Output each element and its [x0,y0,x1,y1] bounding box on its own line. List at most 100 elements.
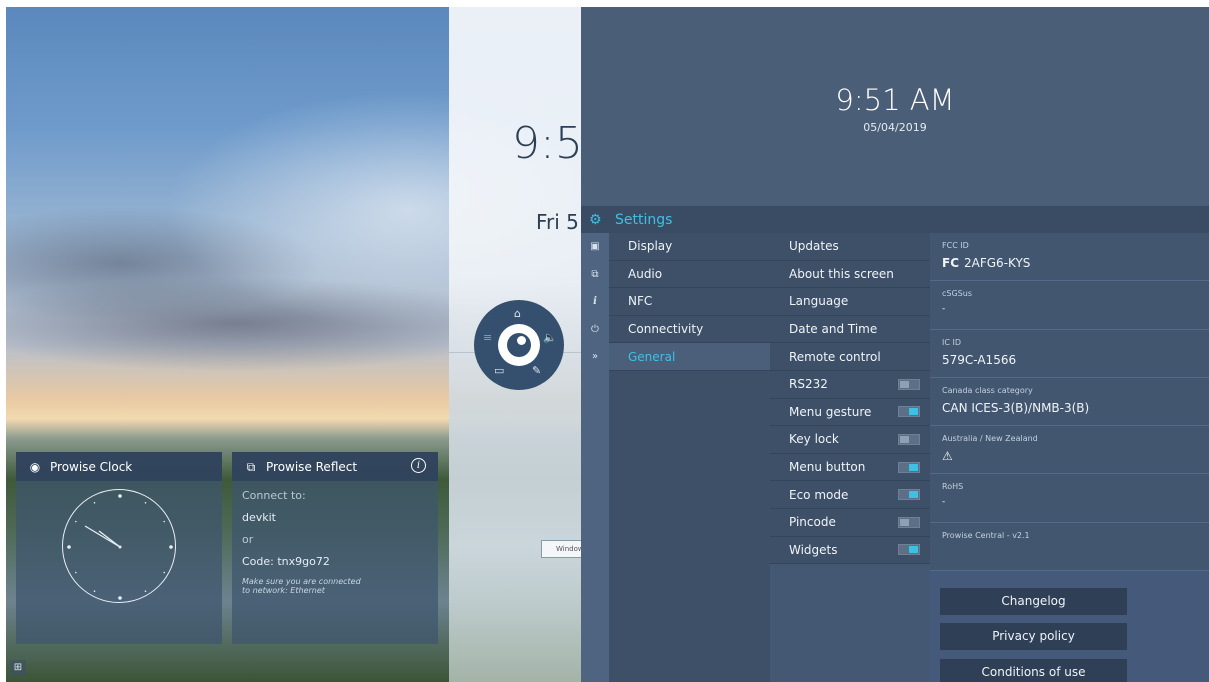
ic-id-label: IC ID [942,337,962,347]
device-name: devkit [242,511,276,524]
settings-title: Settings [615,211,673,228]
fcc-id-value: 2AFG6-KYS [964,256,1031,270]
reflect-widget-header: ⧉ Prowise Reflect [232,452,438,481]
network-note-line2: to network: Ethernet [242,586,325,595]
audio-icon[interactable]: ⧉ [581,261,609,289]
header-time: 9:51 AM [835,83,955,117]
rohs-item: RoHS - [930,474,1209,523]
power-icon[interactable]: ⏻ [581,316,609,344]
menu-gesture-toggle[interactable] [898,406,920,418]
source-icon[interactable]: ▭ [494,365,504,376]
radial-menu[interactable]: ⌂ 🔈 ✎ ▭ ≡ [474,300,564,390]
overlay-header: 9:51 AM 05/04/2019 [581,7,1209,206]
version-label: Prowise Central - v2.1 [942,530,1030,540]
item-eco-mode: Eco mode [770,481,930,509]
item-updates[interactable]: Updates [770,233,930,261]
ic-id-value: 579C-A1566 [942,352,1017,367]
clock-icon: ◉ [29,459,41,474]
reflect-widget: ⧉ Prowise Reflect i Connect to: devkit o… [232,452,438,644]
item-label: Pincode [789,515,836,530]
fcc-id-item: FCC ID FC 2AFG6-KYS [930,233,1209,282]
item-date-time[interactable]: Date and Time [770,315,930,344]
item-about[interactable]: About this screen [770,260,930,289]
settings-overlay: 9:51 AM 05/04/2019 ⚙ Settings ▣ ⧉ i ⏻ » … [581,7,1209,682]
item-widgets: Widgets [770,536,930,565]
category-display[interactable]: Display [609,233,770,261]
fcc-logo-icon: FC [942,256,960,270]
category-nfc[interactable]: NFC [609,288,770,316]
item-label: Key lock [789,432,839,447]
item-remote-control[interactable]: Remote control [770,343,930,371]
category-audio[interactable]: Audio [609,261,770,289]
csgsus-label: cSGSus [942,289,972,299]
item-rs232: RS232 [770,370,930,399]
settings-categories: Display Audio NFC Connectivity General [609,233,770,682]
radial-center-button[interactable] [498,324,540,366]
item-label: Date and Time [789,322,878,337]
network-note-line1: Make sure you are connected [242,577,361,586]
info-icon[interactable]: i [411,458,426,473]
expand-icon[interactable]: » [581,343,609,371]
clock-widget-title: Prowise Clock [50,459,133,474]
rs232-toggle[interactable] [898,378,920,390]
item-language[interactable]: Language [770,288,930,316]
clock-widget-header: ◉ Prowise Clock [16,452,222,481]
connect-to-label: Connect to: [242,489,306,502]
clock-widget: ◉ Prowise Clock [16,452,222,644]
fcc-id-value-wrap: FC 2AFG6-KYS [942,256,1209,270]
category-general[interactable]: General [609,343,770,371]
canada-class-item: Canada class category CAN ICES-3(B)/NMB-… [930,377,1209,427]
reflect-body: Connect to: devkit or Code: tnx9go72 Mak… [232,481,438,612]
category-connectivity[interactable]: Connectivity [609,316,770,344]
item-key-lock: Key lock [770,426,930,454]
settings-header: ⚙ Settings [581,206,1209,233]
or-label: or [242,533,254,546]
cast-icon: ⧉ [246,459,256,474]
item-label: Remote control [789,349,881,364]
general-settings-list: Updates About this screen Language Date … [770,233,930,682]
rcm-mark-icon: ⚠ [942,449,953,464]
item-label: Menu gesture [789,404,872,419]
menu-button-toggle[interactable] [898,461,920,473]
privacy-policy-button[interactable]: Privacy policy [940,623,1127,650]
item-pincode: Pincode [770,508,930,537]
canada-class-value: CAN ICES-3(B)/NMB-3(B) [942,400,1090,415]
analog-clock-face [62,489,176,603]
home-icon[interactable]: ⌂ [514,308,521,319]
australia-nz-label: Australia / New Zealand [942,434,1038,444]
apps-icon[interactable]: ⊞ [10,660,26,676]
reflect-widget-title: Prowise Reflect [266,459,358,474]
item-label: RS232 [789,377,828,392]
item-label: Widgets [789,542,838,557]
menu-icon[interactable]: ≡ [483,332,492,343]
fcc-id-label: FCC ID [942,241,969,250]
item-menu-button: Menu button [770,453,930,482]
rohs-value: - [942,497,946,508]
settings-icon-rail: ▣ ⧉ i ⏻ » [581,233,609,682]
pincode-toggle[interactable] [898,516,920,528]
network-note: Make sure you are connected to network: … [242,577,428,595]
item-label: Eco mode [789,487,849,502]
volume-icon[interactable]: 🔈 [543,332,557,343]
item-label: About this screen [789,266,894,281]
background-clock: 9:5 [512,118,583,169]
csgsus-value: - [942,304,946,315]
widgets-toggle[interactable] [898,544,920,556]
gear-icon: ⚙ [589,211,602,228]
annotate-icon[interactable]: ✎ [532,365,541,376]
conditions-of-use-button[interactable]: Conditions of use [940,659,1127,682]
display-icon[interactable]: ▣ [581,233,609,261]
background-date: Fri 5 [536,210,579,234]
info-icon[interactable]: i [581,288,609,316]
version-item: Prowise Central - v2.1 [930,522,1209,571]
eco-mode-toggle[interactable] [898,489,920,501]
rohs-label: RoHS [942,482,964,492]
settings-panel: ⚙ Settings ▣ ⧉ i ⏻ » Display Audio NFC C… [581,206,1209,682]
item-menu-gesture: Menu gesture [770,398,930,427]
australia-nz-item: Australia / New Zealand ⚠ [930,426,1209,475]
ic-id-item: IC ID 579C-A1566 [930,329,1209,378]
clock-hands [67,494,173,600]
changelog-button[interactable]: Changelog [940,588,1127,615]
item-label: Language [789,294,849,309]
key-lock-toggle[interactable] [898,433,920,445]
